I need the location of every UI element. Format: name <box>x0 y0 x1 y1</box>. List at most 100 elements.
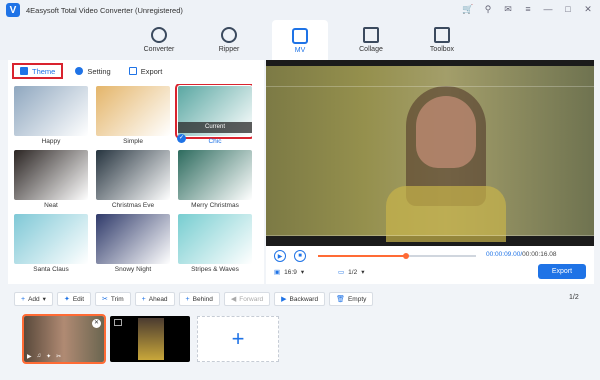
progress-track[interactable] <box>318 253 476 259</box>
trim-button[interactable]: ✂ Trim <box>95 292 131 306</box>
play-icon[interactable]: ▶ <box>27 353 32 360</box>
theme-label: Merry Christmas <box>191 202 239 209</box>
video-preview <box>266 60 594 246</box>
minimize-icon[interactable]: — <box>542 3 554 15</box>
screen-layout-select[interactable]: ▭ 1/2 ▾ <box>338 268 365 277</box>
empty-button[interactable]: 🗑 Empty <box>329 292 374 306</box>
playback-bar: ▶ ■ 00:00:09.00/00:00:16.08 ▣ 16:9 ▾ ▭ 1… <box>266 246 594 284</box>
subtab-export[interactable]: Export <box>123 63 169 79</box>
add-button[interactable]: + Add ▾ <box>14 292 53 306</box>
total-pages: 2 <box>574 294 579 301</box>
progress-fill <box>318 255 407 257</box>
title-bar: V 4Easysoft Total Video Converter (Unreg… <box>0 0 600 20</box>
subtab-theme[interactable]: Theme <box>12 63 64 79</box>
film-icon <box>114 319 122 326</box>
cart-icon[interactable]: 🛒 <box>462 3 474 15</box>
empty-label: Empty <box>347 295 367 303</box>
key-icon[interactable]: ⚲ <box>482 3 494 15</box>
window-title: 4Easysoft Total Video Converter (Unregis… <box>26 5 183 15</box>
monitor-icon: ▭ <box>338 269 345 276</box>
current-badge: Current <box>178 122 252 133</box>
subtab-label: Export <box>140 66 163 76</box>
disc-icon <box>221 27 237 43</box>
close-icon[interactable]: ✕ <box>92 319 101 328</box>
theme-item[interactable]: Neat <box>14 150 88 214</box>
backward-button[interactable]: ▶ Backward <box>274 292 326 306</box>
theme-item[interactable]: Stripes & Waves <box>178 214 252 278</box>
export-button[interactable]: Export <box>538 264 586 279</box>
play-button[interactable]: ▶ <box>274 250 286 262</box>
edit-button[interactable]: ✦ Edit <box>56 292 92 306</box>
window-controls: 🛒 ⚲ ✉ ≡ — □ ✕ <box>462 3 594 15</box>
tab-toolbox[interactable]: Toolbox <box>414 20 470 60</box>
tab-converter[interactable]: Converter <box>131 20 187 60</box>
trim-label: Trim <box>110 295 124 303</box>
main-nav: Converter Ripper MV Collage Toolbox <box>0 20 600 62</box>
page-indicator: 1/2 <box>569 294 579 301</box>
ahead-label: Ahead <box>148 295 168 303</box>
tab-label: Converter <box>143 46 175 53</box>
trash-icon: 🗑 <box>336 296 345 303</box>
total-time: 00:00:16.08 <box>522 251 557 258</box>
forward-label: Forward <box>239 295 264 303</box>
plus-icon: + <box>185 295 190 303</box>
aspect-ratio-select[interactable]: ▣ 16:9 ▾ <box>274 268 305 277</box>
theme-item[interactable]: Snowy Night <box>96 214 170 278</box>
tab-collage[interactable]: Collage <box>343 20 399 60</box>
clip-item-selected[interactable]: ✕ ▶ ♫ ✦ ✂ <box>22 314 106 364</box>
theme-item[interactable]: Simple <box>96 86 170 150</box>
tab-ripper[interactable]: Ripper <box>201 20 257 60</box>
theme-item[interactable]: Merry Christmas <box>178 150 252 214</box>
toolbox-icon <box>434 27 450 43</box>
grid-icon <box>20 67 28 75</box>
subtab-label: Theme <box>32 66 56 76</box>
chevron-down-icon: ▾ <box>300 269 305 276</box>
theme-item[interactable]: Happy <box>14 86 88 150</box>
clip-thumbnail <box>138 318 164 360</box>
theme-item[interactable]: Christmas Eve <box>96 150 170 214</box>
mv-icon <box>292 28 308 44</box>
layout-value: 1/2 <box>348 268 358 276</box>
add-clip-button[interactable]: + <box>197 316 279 362</box>
theme-label: Chic <box>208 138 222 145</box>
stop-button[interactable]: ■ <box>294 250 306 262</box>
theme-grid: Happy Simple Current ✓ Chic Neat Christm… <box>12 84 252 284</box>
aspect-value: 16:9 <box>284 268 297 276</box>
theme-item[interactable]: Santa Claus <box>14 214 88 278</box>
theme-thumbnail <box>96 150 170 200</box>
maximize-icon[interactable]: □ <box>562 3 574 15</box>
volume-icon[interactable]: ♫ <box>37 353 42 360</box>
theme-panel: Theme Setting Export Happy Simple Curren… <box>8 60 269 284</box>
theme-thumbnail <box>178 150 252 200</box>
current-page: 1 <box>569 294 573 301</box>
ahead-button[interactable]: + Ahead <box>134 292 175 306</box>
export-icon <box>128 67 137 75</box>
theme-thumbnail <box>14 214 88 264</box>
theme-thumbnail <box>96 86 170 136</box>
magic-wand-icon: ✦ <box>63 296 70 303</box>
effect-icon[interactable]: ✦ <box>46 353 51 360</box>
theme-label: Snowy Night <box>114 266 152 273</box>
close-icon[interactable]: ✕ <box>582 3 594 15</box>
behind-button[interactable]: + Behind <box>178 292 220 306</box>
edit-label: Edit <box>72 295 85 303</box>
gear-icon <box>75 67 84 75</box>
forward-button[interactable]: ◀ Forward <box>223 292 271 306</box>
preview-frame <box>266 66 594 242</box>
current-time: 00:00:09.00 <box>486 251 521 258</box>
chevron-down-icon: ▾ <box>361 269 365 276</box>
tab-mv[interactable]: MV <box>272 20 328 62</box>
clip-item[interactable] <box>110 316 190 362</box>
theme-item-selected[interactable]: Current ✓ Chic <box>175 84 252 150</box>
subtab-setting[interactable]: Setting <box>69 63 116 79</box>
backward-label: Backward <box>289 295 319 303</box>
menu-icon[interactable]: ≡ <box>522 3 534 15</box>
film-frame <box>266 86 594 236</box>
tab-label: Ripper <box>218 46 240 53</box>
progress-knob[interactable] <box>403 253 410 259</box>
chat-icon[interactable]: ✉ <box>502 3 514 15</box>
scissors-icon: ✂ <box>102 296 108 303</box>
scissors-icon[interactable]: ✂ <box>56 353 61 360</box>
clip-tools: ▶ ♫ ✦ ✂ <box>27 353 61 360</box>
arrow-right-icon: ▶ <box>281 296 287 303</box>
